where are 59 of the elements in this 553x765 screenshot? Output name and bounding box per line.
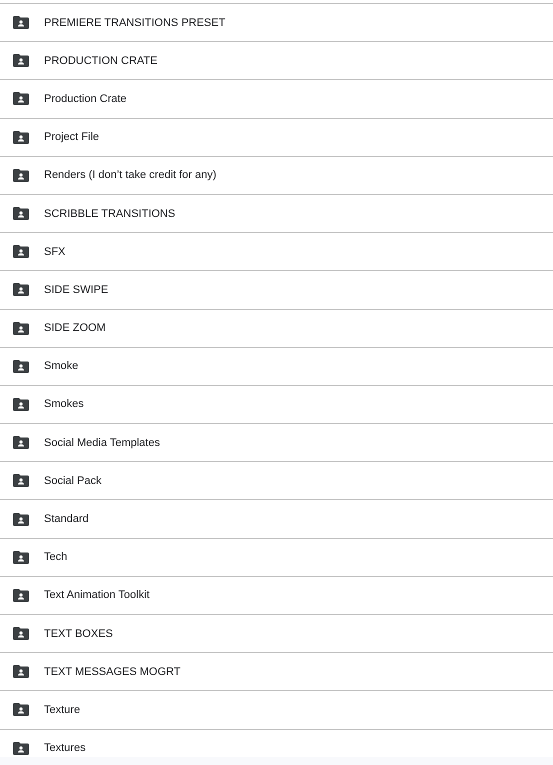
- folder-name: TEXT BOXES: [44, 628, 113, 640]
- shared-folder-icon: [13, 16, 29, 30]
- folder-row[interactable]: Renders (I don’t take credit for any): [0, 156, 553, 194]
- folder-name: Project File: [44, 131, 100, 144]
- folder-row[interactable]: SIDE SWIPE: [0, 270, 553, 308]
- shared-folder-icon: [13, 550, 29, 564]
- folder-name: Textures: [44, 742, 86, 754]
- folder-name: TEXT MESSAGES MOGRT: [44, 666, 181, 678]
- shared-folder-icon: [13, 92, 29, 106]
- folder-row[interactable]: PREMIERE TRANSITIONS PRESET: [0, 3, 553, 42]
- shared-folder-icon: [13, 322, 29, 335]
- shared-folder-icon: [13, 168, 29, 182]
- folder-row[interactable]: Smokes: [0, 384, 553, 424]
- folder-name: PRODUCTION CRATE: [44, 54, 158, 67]
- shared-folder-icon: [13, 742, 29, 755]
- shared-folder-icon: [13, 245, 29, 258]
- shared-folder-icon: [13, 398, 29, 411]
- folder-row[interactable]: Tech: [0, 538, 553, 576]
- folder-row[interactable]: TEXT MESSAGES MOGRT: [0, 652, 553, 690]
- folder-name: Tech: [44, 551, 68, 564]
- folder-row[interactable]: Social Media Templates: [0, 423, 553, 462]
- folder-name: Smokes: [44, 398, 84, 410]
- folder-row[interactable]: Social Pack: [0, 461, 553, 500]
- folder-row[interactable]: SCRIBBLE TRANSITIONS: [0, 194, 553, 232]
- folder-name: SCRIBBLE TRANSITIONS: [44, 208, 176, 220]
- shared-folder-icon: [13, 474, 29, 488]
- shared-folder-icon: [13, 207, 29, 220]
- shared-folder-icon: [13, 665, 29, 678]
- folder-row[interactable]: TEXT BOXES: [0, 614, 553, 652]
- shared-folder-icon: [13, 54, 29, 68]
- shared-folder-icon: [13, 130, 29, 144]
- folder-row[interactable]: PRODUCTION CRATE: [0, 41, 553, 80]
- folder-row[interactable]: Production Crate: [0, 79, 553, 118]
- shared-folder-icon: [13, 436, 29, 450]
- folder-name: SIDE ZOOM: [44, 322, 106, 334]
- shared-folder-icon: [13, 703, 29, 716]
- shared-folder-icon: [13, 588, 29, 602]
- folder-row[interactable]: SIDE ZOOM: [0, 308, 553, 347]
- folder-name: SFX: [44, 246, 66, 258]
- folder-name: Production Crate: [44, 92, 127, 105]
- folder-row[interactable]: Text Animation Toolkit: [0, 576, 553, 614]
- folder-name: SIDE SWIPE: [44, 284, 108, 296]
- folder-row[interactable]: Texture: [0, 690, 553, 729]
- folder-name: PREMIERE TRANSITIONS PRESET: [44, 16, 226, 29]
- folder-row[interactable]: Standard: [0, 499, 553, 538]
- folder-name: Standard: [44, 513, 89, 526]
- folder-row[interactable]: SFX: [0, 232, 553, 270]
- folder-name: Social Pack: [44, 474, 102, 487]
- shared-folder-icon: [13, 512, 29, 526]
- folder-row[interactable]: Project File: [0, 118, 553, 156]
- folder-name: Renders (I don’t take credit for any): [44, 169, 216, 182]
- folder-name: Texture: [44, 704, 80, 716]
- folder-row[interactable]: Smoke: [0, 346, 553, 385]
- shared-folder-icon: [13, 627, 29, 640]
- shared-folder-icon: [13, 283, 29, 296]
- folder-name: Text Animation Toolkit: [44, 589, 150, 602]
- shared-folder-icon: [13, 360, 29, 373]
- folder-name: Social Media Templates: [44, 436, 160, 449]
- folder-name: Smoke: [44, 360, 78, 372]
